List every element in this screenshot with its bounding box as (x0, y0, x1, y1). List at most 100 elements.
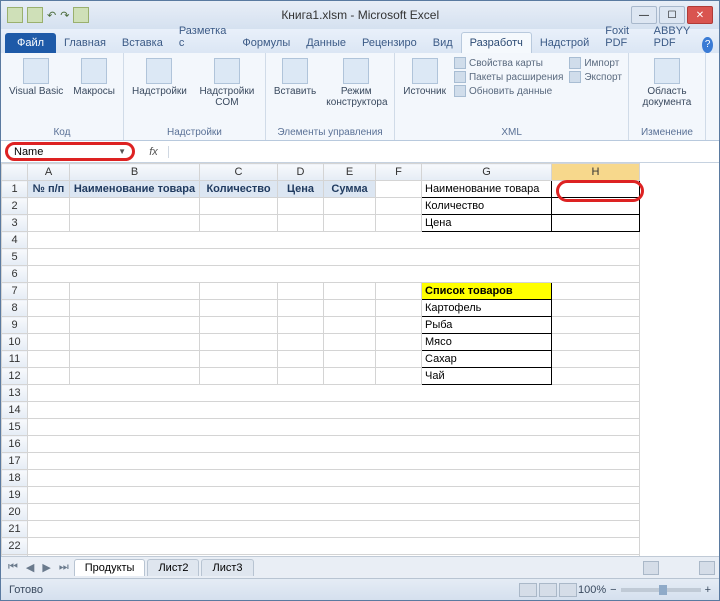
formula-bar-input[interactable] (169, 143, 719, 161)
cell[interactable] (278, 368, 324, 385)
row-header[interactable]: 4 (2, 232, 28, 249)
cell[interactable] (200, 351, 278, 368)
expansion-packs-button[interactable]: Пакеты расширения (454, 70, 563, 84)
zoom-in-icon[interactable]: + (705, 584, 711, 596)
sheet-tab-1[interactable]: Продукты (74, 559, 146, 576)
cell[interactable] (376, 368, 422, 385)
tab-developer[interactable]: Разработч (461, 32, 532, 53)
cell[interactable] (28, 504, 640, 521)
cell[interactable] (28, 249, 640, 266)
cell[interactable] (552, 351, 640, 368)
row-header[interactable]: 19 (2, 487, 28, 504)
cell[interactable]: Мясо (422, 334, 552, 351)
cell[interactable] (324, 317, 376, 334)
cell[interactable] (28, 334, 70, 351)
cell[interactable] (376, 317, 422, 334)
undo-icon[interactable]: ↶ (47, 9, 56, 22)
sheet-nav-prev-icon[interactable]: ◀ (23, 561, 37, 574)
cell[interactable] (278, 215, 324, 232)
row-header[interactable]: 6 (2, 266, 28, 283)
cell[interactable] (70, 368, 200, 385)
fx-label[interactable]: fx (139, 146, 169, 158)
cell[interactable] (28, 300, 70, 317)
cell[interactable] (28, 419, 640, 436)
cell[interactable] (28, 470, 640, 487)
cell[interactable] (28, 453, 640, 470)
row-header[interactable]: 20 (2, 504, 28, 521)
cell[interactable] (28, 555, 640, 557)
row-header[interactable]: 7 (2, 283, 28, 300)
tab-foxit[interactable]: Foxit PDF (597, 21, 645, 53)
select-all-cell[interactable] (2, 164, 28, 181)
xml-source-button[interactable]: Источник (401, 56, 448, 99)
chevron-down-icon[interactable]: ▼ (118, 147, 126, 156)
xml-export-button[interactable]: Экспорт (569, 70, 622, 84)
tab-file[interactable]: Файл (5, 33, 56, 53)
cell[interactable]: Наименование товара (70, 181, 200, 198)
tab-page-layout[interactable]: Разметка с (171, 21, 235, 53)
cell[interactable] (28, 368, 70, 385)
tab-formulas[interactable]: Формулы (234, 33, 298, 53)
cell-list-header[interactable]: Список товаров (422, 283, 552, 300)
cell[interactable] (552, 215, 640, 232)
zoom-out-icon[interactable]: − (610, 584, 616, 596)
cell[interactable] (324, 300, 376, 317)
hscroll-right-icon[interactable] (699, 561, 715, 575)
view-page-break-icon[interactable] (559, 583, 577, 597)
cell[interactable] (324, 283, 376, 300)
cell[interactable]: Чай (422, 368, 552, 385)
visual-basic-button[interactable]: Visual Basic (7, 56, 65, 99)
insert-control-button[interactable]: Вставить (272, 56, 318, 99)
addins-button[interactable]: Надстройки (130, 56, 189, 99)
row-header[interactable]: 17 (2, 453, 28, 470)
qat-item-icon[interactable] (73, 7, 89, 23)
row-header[interactable]: 22 (2, 538, 28, 555)
cell[interactable] (28, 521, 640, 538)
cell[interactable]: № п/п (28, 181, 70, 198)
cell[interactable] (28, 402, 640, 419)
cell[interactable] (552, 300, 640, 317)
col-header-d[interactable]: D (278, 164, 324, 181)
macros-button[interactable]: Макросы (71, 56, 117, 99)
cell[interactable]: Цена (278, 181, 324, 198)
tab-review[interactable]: Рецензиро (354, 33, 425, 53)
cell[interactable] (278, 198, 324, 215)
row-header[interactable]: 23 (2, 555, 28, 557)
cell[interactable] (200, 215, 278, 232)
cell[interactable] (324, 351, 376, 368)
row-header[interactable]: 21 (2, 521, 28, 538)
zoom-slider[interactable] (621, 588, 701, 592)
cell[interactable] (28, 436, 640, 453)
cell[interactable] (376, 351, 422, 368)
cell[interactable] (28, 385, 640, 402)
document-panel-button[interactable]: Область документа (635, 56, 699, 110)
cell[interactable] (552, 317, 640, 334)
col-header-g[interactable]: G (422, 164, 552, 181)
cell[interactable] (324, 215, 376, 232)
cell[interactable] (70, 300, 200, 317)
tab-addins[interactable]: Надстрой (532, 33, 597, 53)
spreadsheet-grid[interactable]: A B C D E F G H 1 № п/п Наименование тов… (1, 163, 719, 556)
row-header[interactable]: 5 (2, 249, 28, 266)
sheet-nav-next-icon[interactable]: ▶ (39, 561, 53, 574)
cell[interactable] (70, 351, 200, 368)
cell[interactable] (278, 283, 324, 300)
cell[interactable] (278, 317, 324, 334)
cell[interactable] (28, 215, 70, 232)
cell[interactable] (278, 351, 324, 368)
cell[interactable] (28, 487, 640, 504)
map-properties-button[interactable]: Свойства карты (454, 56, 563, 70)
tab-home[interactable]: Главная (56, 33, 114, 53)
row-header[interactable]: 11 (2, 351, 28, 368)
row-header[interactable]: 8 (2, 300, 28, 317)
row-header[interactable]: 1 (2, 181, 28, 198)
cell[interactable] (376, 215, 422, 232)
sheet-nav-last-icon[interactable]: ⏭ (56, 561, 72, 574)
row-header[interactable]: 2 (2, 198, 28, 215)
cell[interactable] (324, 198, 376, 215)
xml-import-button[interactable]: Импорт (569, 56, 622, 70)
row-header[interactable]: 16 (2, 436, 28, 453)
row-header[interactable]: 9 (2, 317, 28, 334)
cell[interactable]: Наименование товара (422, 181, 552, 198)
row-header[interactable]: 13 (2, 385, 28, 402)
